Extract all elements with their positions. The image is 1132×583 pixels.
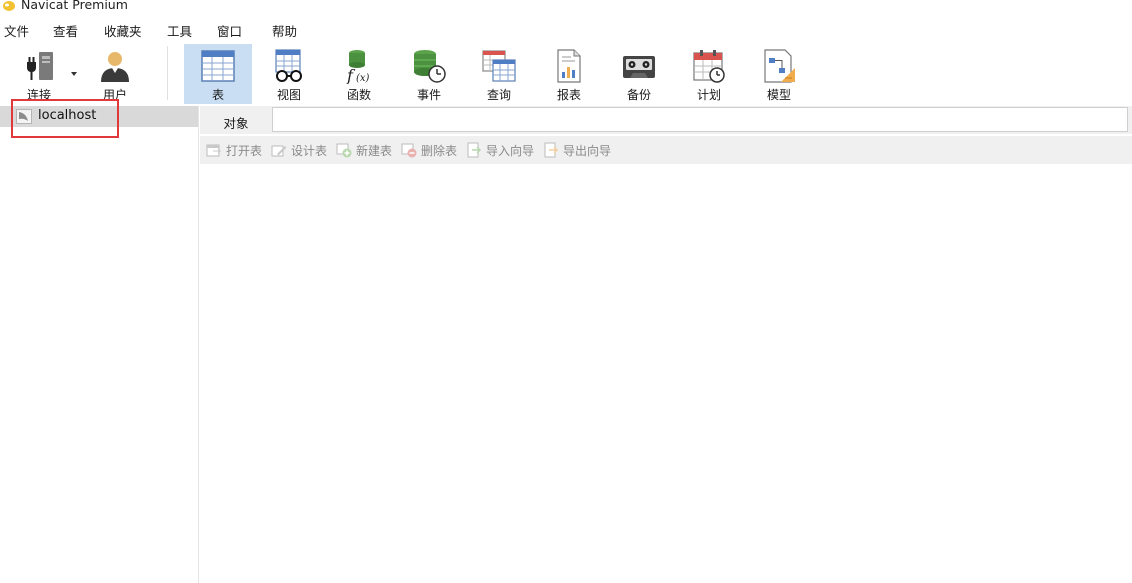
tab-objects[interactable]: 对象 [200,106,272,134]
schedule-label: 计划 [696,88,721,102]
title-bar: Navicat Premium [0,0,1132,14]
design-table-icon [271,145,287,157]
new-table-icon [336,143,352,158]
backup-label: 备份 [626,88,651,102]
tab-strip-area [272,107,1128,132]
svg-text:(x): (x) [356,73,370,84]
menu-tools[interactable]: 工具 [167,21,192,40]
connect-button[interactable]: 连接 [5,44,73,104]
object-list-area[interactable] [200,164,1132,583]
user-button[interactable]: 用户 [81,44,149,104]
view-icon [275,49,302,82]
red-highlight-annotation [11,99,119,138]
query-label: 查询 [486,88,511,102]
open-table-label: 打开表 [226,144,263,158]
navicat-logo-icon [3,1,15,11]
function-button[interactable]: f (x) 函数 [325,44,393,104]
model-label: 模型 [766,88,791,102]
object-action-bar: 打开表 设计表 新建表 删除表 导入向导 导出向导 [200,136,1132,164]
menu-bar: 文件 查看 收藏夹 工具 窗口 帮助 [0,18,1132,42]
function-label: 函数 [346,88,371,102]
delete-table-label: 删除表 [421,144,458,158]
export-wizard-label: 导出向导 [563,144,612,158]
window-title: Navicat Premium [21,0,128,12]
table-label: 表 [211,88,224,102]
new-table-label: 新建表 [356,144,393,158]
menu-view[interactable]: 查看 [53,21,78,40]
menu-window[interactable]: 窗口 [217,21,242,40]
view-button[interactable]: 视图 [255,44,323,104]
plug-icon [27,52,53,80]
backup-icon [623,56,655,78]
menu-help[interactable]: 帮助 [272,21,297,40]
backup-button[interactable]: 备份 [605,44,673,104]
event-icon [414,50,446,83]
tab-bar: 对象 [200,106,1132,134]
design-table-label: 设计表 [291,144,328,158]
table-icon [201,50,235,82]
open-table-icon [206,144,222,157]
query-icon [482,50,516,82]
export-icon [544,142,559,158]
function-icon: f (x) [346,50,370,84]
menu-file[interactable]: 文件 [4,21,29,40]
svg-text:f: f [346,66,356,84]
menu-favorites[interactable]: 收藏夹 [104,21,142,40]
import-wizard-label: 导入向导 [486,144,535,158]
user-icon [101,52,129,82]
model-icon [764,49,795,83]
model-button[interactable]: 模型 [745,44,813,104]
connect-dropdown-arrow-icon[interactable] [71,72,77,76]
report-button[interactable]: 报表 [535,44,603,104]
object-panel: 对象 打开表 设计表 新建表 删除表 导入向导 导出向导 [200,106,1132,583]
table-button[interactable]: 表 [184,44,252,104]
import-icon [467,142,482,158]
toolbar-separator [167,46,168,100]
query-button[interactable]: 查询 [465,44,533,104]
view-label: 视图 [276,88,301,102]
report-label: 报表 [556,88,581,102]
event-label: 事件 [416,88,441,102]
event-button[interactable]: 事件 [395,44,463,104]
schedule-button[interactable]: 计划 [675,44,743,104]
connection-sidebar: localhost [0,106,199,583]
schedule-icon [693,50,725,83]
report-icon [557,49,581,83]
main-toolbar: 连接 用户 表 视图 f (x) 函数 事件 查询 报表 备份 计划 模型 [0,42,1132,106]
delete-table-icon [401,143,417,158]
